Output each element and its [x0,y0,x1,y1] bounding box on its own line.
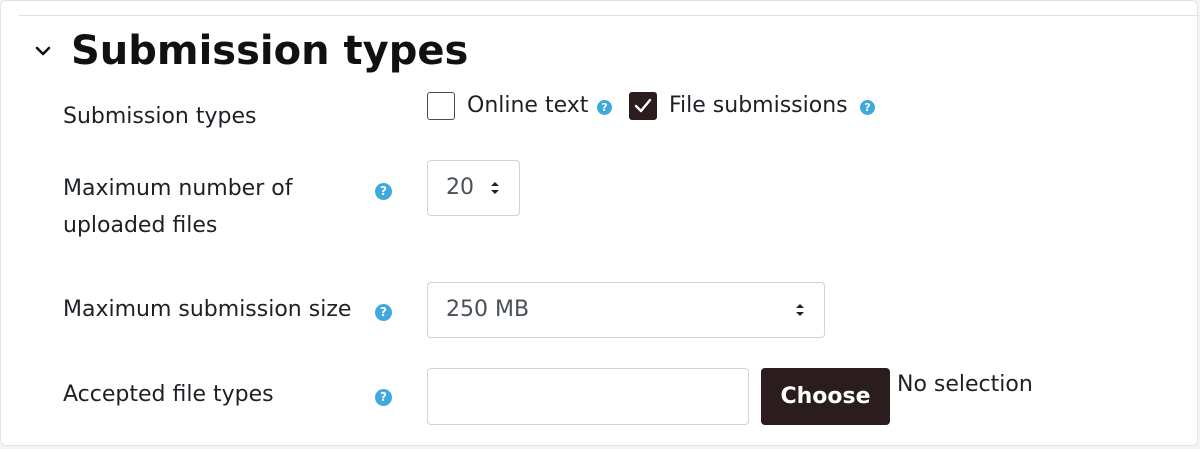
max-files-select[interactable]: 20 [427,160,520,216]
submission-types-label: Submission types [63,104,257,129]
file-submissions-help-icon[interactable]: ? [860,100,875,115]
max-size-value: 250 MB [446,297,530,322]
select-arrows-icon [795,283,805,337]
file-types-label: Accepted file types [63,382,274,407]
file-types-input[interactable] [427,368,749,425]
file-types-help-icon[interactable]: ? [375,389,392,406]
submission-types-panel: Submission types Submission types Online… [0,0,1199,446]
section-title: Submission types [71,28,469,74]
max-size-label: Maximum submission size [63,297,352,322]
online-text-label[interactable]: Online text [467,91,588,121]
chevron-down-icon[interactable] [31,39,55,63]
max-size-help-icon[interactable]: ? [375,304,392,321]
max-files-value: 20 [446,175,474,200]
choose-button[interactable]: Choose [761,368,890,425]
max-files-label-line2: uploaded files [63,213,218,238]
file-submissions-checkbox[interactable] [629,92,657,120]
file-submissions-label[interactable]: File submissions [669,91,848,121]
max-files-help-icon[interactable]: ? [375,183,392,200]
max-files-label-line1: Maximum number of [63,176,293,201]
section-divider [19,15,1199,16]
checkmark-icon [634,98,652,113]
max-size-select[interactable]: 250 MB [427,282,825,338]
online-text-help-icon[interactable]: ? [597,100,612,115]
online-text-checkbox[interactable] [427,92,455,120]
select-arrows-icon [490,161,500,215]
file-types-status: No selection [897,372,1033,397]
